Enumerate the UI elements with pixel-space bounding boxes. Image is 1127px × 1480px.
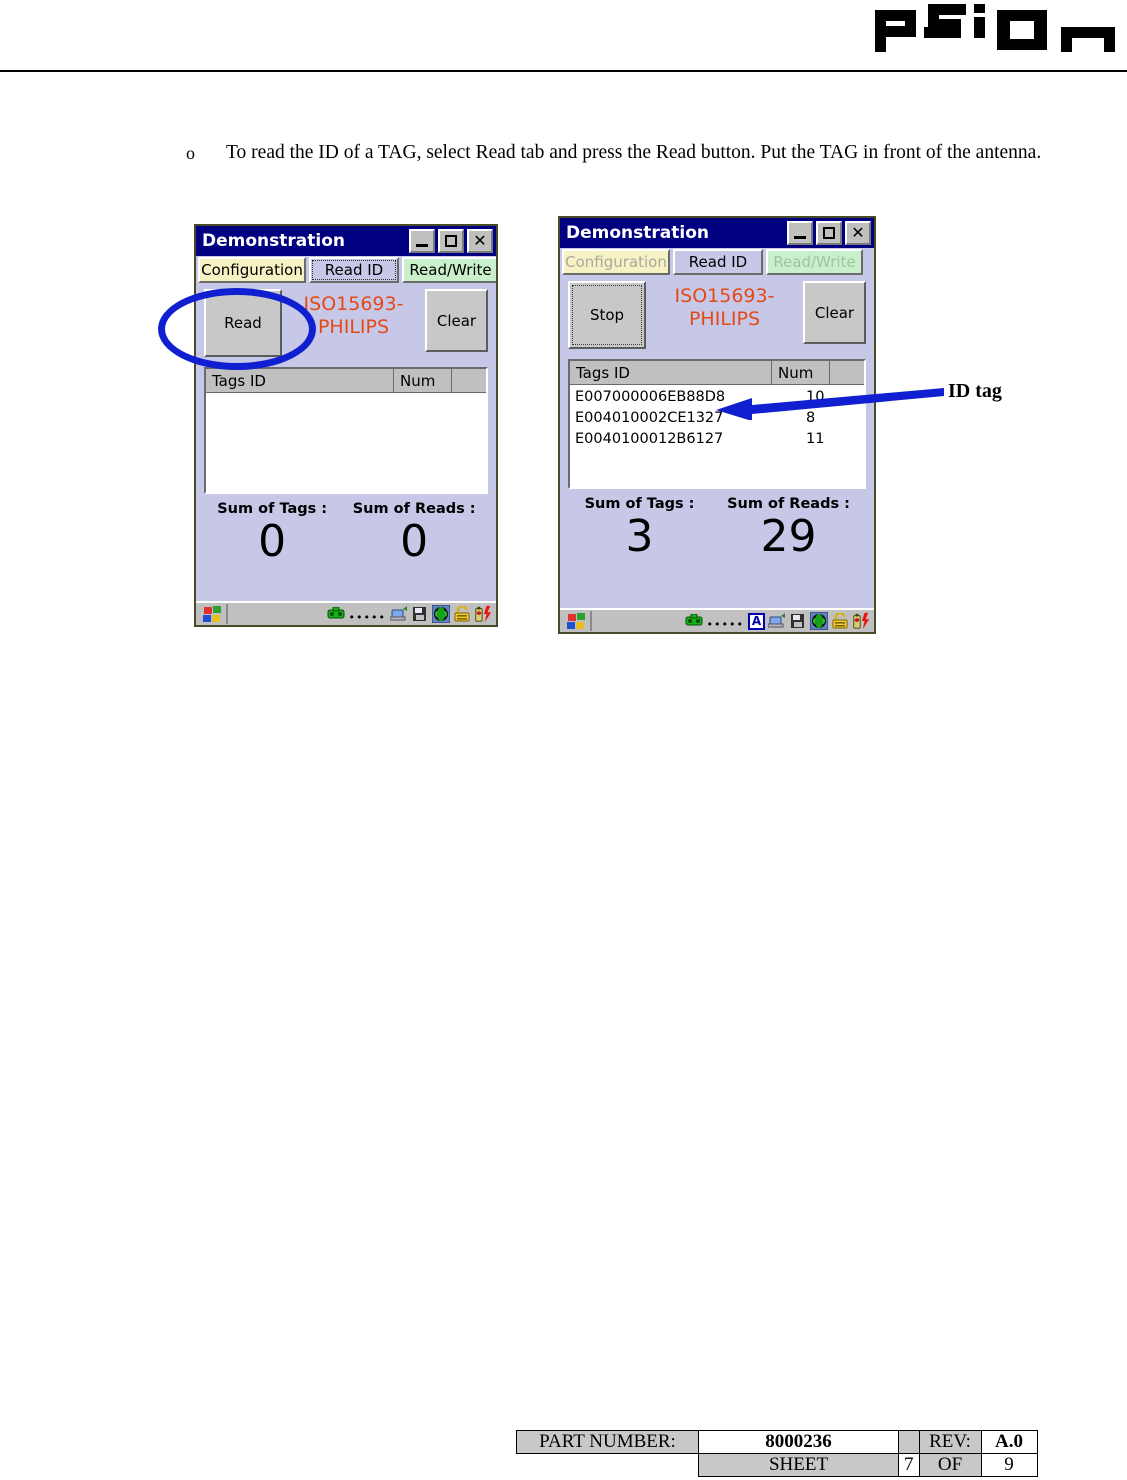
left-tabstrip: Configuration Read ID Read/Write xyxy=(196,256,496,283)
footer-empty-cell xyxy=(516,1453,699,1477)
left-taskbar: ••••• xyxy=(196,601,496,625)
phone-icon[interactable] xyxy=(685,612,703,630)
lock-icon[interactable] xyxy=(453,605,471,623)
protocol-line-1: ISO15693- xyxy=(303,293,404,315)
tags-list-body xyxy=(206,393,486,394)
column-header-num: Num xyxy=(394,369,452,393)
right-sum-values: 3 29 xyxy=(568,512,866,562)
start-icon[interactable] xyxy=(198,604,228,624)
tag-num-cell: 11 xyxy=(806,430,825,447)
table-row[interactable]: E0040100012B6127 11 xyxy=(570,428,864,449)
tab-configuration[interactable]: Configuration xyxy=(562,249,670,275)
read-button[interactable]: Read xyxy=(204,289,282,357)
minimize-button[interactable] xyxy=(409,229,435,253)
close-icon[interactable]: ✕ xyxy=(467,229,493,253)
right-taskbar: ••••• A xyxy=(560,608,874,632)
right-sum-labels: Sum of Tags : Sum of Reads : xyxy=(568,496,866,512)
right-content: Stop ISO15693- PHILIPS Clear Tags ID Num… xyxy=(560,275,874,606)
callout-arrow-id-tag xyxy=(716,388,944,420)
clear-button[interactable]: Clear xyxy=(803,281,866,344)
right-titlebar: Demonstration ✕ xyxy=(560,218,874,248)
network-icon[interactable] xyxy=(768,612,786,630)
minimize-button[interactable] xyxy=(787,221,813,245)
clear-button[interactable]: Clear xyxy=(425,289,488,352)
page-header xyxy=(0,0,1127,72)
input-a-icon[interactable]: A xyxy=(748,612,765,630)
rev-label: REV: xyxy=(918,1430,982,1454)
part-number-label: PART NUMBER: xyxy=(516,1430,699,1454)
sum-of-tags-value: 0 xyxy=(258,516,287,567)
start-icon[interactable] xyxy=(562,611,592,631)
left-sum-values: 0 0 xyxy=(204,517,488,567)
tab-read-id[interactable]: Read ID xyxy=(673,249,763,275)
sheet-value: 7 xyxy=(898,1453,920,1477)
footer-row-part-number: PART NUMBER: 8000236 REV: A.0 xyxy=(516,1430,1038,1454)
protocol-line-1: ISO15693- xyxy=(674,285,775,307)
of-label: OF xyxy=(918,1453,982,1477)
close-icon[interactable]: ✕ xyxy=(845,221,871,245)
left-content: Read ISO15693- PHILIPS Clear Tags ID Num… xyxy=(196,283,496,601)
pc-icon[interactable] xyxy=(789,612,807,630)
screenshot-right-device: Demonstration ✕ Configuration Read ID Re… xyxy=(558,216,876,634)
signal-dots: ••••• xyxy=(706,617,744,631)
right-window-title: Demonstration xyxy=(566,223,709,243)
left-titlebar: Demonstration ✕ xyxy=(196,226,496,256)
screenshot-left-device: Demonstration ✕ Configuration Read ID Re… xyxy=(194,224,498,627)
maximize-button[interactable] xyxy=(816,221,842,245)
tags-list[interactable]: Tags ID Num xyxy=(204,367,488,494)
tab-read-write[interactable]: Read/Write xyxy=(766,249,863,275)
right-system-tray: ••••• A xyxy=(685,612,874,631)
signal-dots: ••••• xyxy=(348,610,386,624)
tab-read-id[interactable]: Read ID xyxy=(309,257,399,283)
stop-button[interactable]: Stop xyxy=(568,281,646,349)
sum-of-reads-value: 29 xyxy=(760,511,817,562)
id-tag-callout-label: ID tag xyxy=(948,380,1002,402)
protocol-line-2: PHILIPS xyxy=(688,308,761,330)
protocol-line-2: PHILIPS xyxy=(317,316,390,338)
pc-icon[interactable] xyxy=(411,605,429,623)
sum-of-tags-value: 3 xyxy=(625,511,654,562)
instruction-bullet: o To read the ID of a TAG, select Read t… xyxy=(186,140,1086,166)
footer-spacer-cell xyxy=(898,1430,920,1454)
psion-logo xyxy=(871,4,1119,52)
tags-list-header: Tags ID Num xyxy=(206,369,486,393)
protocol-label: ISO15693- PHILIPS xyxy=(646,281,803,331)
battery-icon[interactable] xyxy=(852,612,870,630)
globe-icon[interactable] xyxy=(432,605,450,623)
lock-icon[interactable] xyxy=(831,612,849,630)
sum-of-reads-value: 0 xyxy=(400,516,429,567)
sum-of-reads-label: Sum of Reads : xyxy=(727,496,850,512)
tab-read-write[interactable]: Read/Write xyxy=(402,257,496,283)
sum-of-tags-label: Sum of Tags : xyxy=(217,501,328,517)
column-header-tags-id: Tags ID xyxy=(206,369,394,393)
rev-value: A.0 xyxy=(980,1430,1038,1454)
header-divider xyxy=(0,70,1127,72)
sum-of-reads-label: Sum of Reads : xyxy=(352,501,476,517)
left-sum-labels: Sum of Tags : Sum of Reads : xyxy=(204,501,488,517)
sum-of-tags-label: Sum of Tags : xyxy=(584,496,695,512)
globe-icon[interactable] xyxy=(810,612,828,630)
right-tabstrip: Configuration Read ID Read/Write xyxy=(560,248,874,275)
tab-configuration[interactable]: Configuration xyxy=(198,257,306,283)
tag-id-cell: E0040100012B6127 xyxy=(575,430,724,447)
bullet-marker: o xyxy=(186,143,195,163)
tags-list[interactable]: Tags ID Num E007000006EB88D8 10 E004010002… xyxy=(568,359,866,489)
document-footer-table: PART NUMBER: 8000236 REV: A.0 SHEET 7 OF… xyxy=(516,1430,1038,1477)
protocol-label: ISO15693- PHILIPS xyxy=(282,289,425,339)
instruction-text: To read the ID of a TAG, select Read tab… xyxy=(226,142,1042,163)
footer-row-sheet: SHEET 7 OF 9 xyxy=(516,1453,1038,1477)
maximize-button[interactable] xyxy=(438,229,464,253)
sheet-label: SHEET xyxy=(698,1453,899,1477)
phone-icon[interactable] xyxy=(327,605,345,623)
of-value: 9 xyxy=(980,1453,1038,1477)
part-number-value: 8000236 xyxy=(698,1430,899,1454)
column-header-spacer xyxy=(452,369,486,393)
battery-icon[interactable] xyxy=(474,605,492,623)
network-icon[interactable] xyxy=(390,605,408,623)
left-window-title: Demonstration xyxy=(202,231,345,251)
left-system-tray: ••••• xyxy=(327,605,496,624)
